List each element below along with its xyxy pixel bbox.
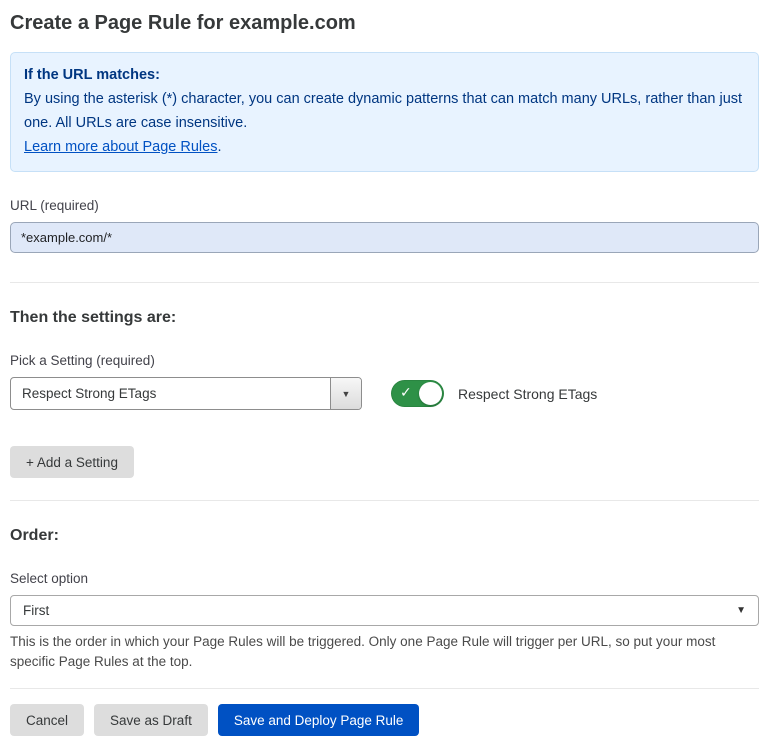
form-actions: Cancel Save as Draft Save and Deploy Pag… (10, 704, 759, 736)
pick-setting-label: Pick a Setting (required) (10, 353, 759, 368)
url-input[interactable] (10, 222, 759, 253)
order-select[interactable]: First ▼ (10, 595, 759, 626)
link-period: . (217, 139, 221, 155)
setting-select-value: Respect Strong ETags (11, 386, 156, 401)
page-rule-form: Create a Page Rule for example.com If th… (10, 12, 759, 736)
url-label: URL (required) (10, 198, 759, 213)
add-setting-button[interactable]: + Add a Setting (10, 446, 134, 478)
settings-heading: Then the settings are: (10, 309, 759, 327)
section-divider (10, 688, 759, 689)
setting-select-arrow-button[interactable]: ▼ (330, 378, 361, 409)
section-divider (10, 282, 759, 283)
url-match-info-box: If the URL matches: By using the asteris… (10, 52, 759, 172)
etags-toggle[interactable]: ✓ (391, 380, 444, 407)
triangle-down-icon: ▼ (342, 389, 351, 399)
cancel-button[interactable]: Cancel (10, 704, 84, 736)
learn-more-link[interactable]: Learn more about Page Rules (24, 139, 217, 155)
setting-row: Respect Strong ETags ▼ ✓ Respect Strong … (10, 377, 759, 410)
page-title: Create a Page Rule for example.com (10, 12, 759, 35)
save-deploy-button[interactable]: Save and Deploy Page Rule (218, 704, 420, 736)
info-box-body: By using the asterisk (*) character, you… (24, 87, 745, 135)
order-select-value: First (23, 603, 49, 618)
order-help-text: This is the order in which your Page Rul… (10, 632, 745, 672)
order-heading: Order: (10, 527, 759, 545)
setting-select[interactable]: Respect Strong ETags ▼ (10, 377, 362, 410)
order-label: Select option (10, 571, 759, 586)
section-divider (10, 500, 759, 501)
check-icon: ✓ (400, 384, 412, 401)
info-box-link-line: Learn more about Page Rules. (24, 135, 745, 159)
info-box-heading: If the URL matches: (24, 63, 745, 87)
save-draft-button[interactable]: Save as Draft (94, 704, 208, 736)
chevron-down-icon: ▼ (736, 605, 746, 616)
toggle-label: Respect Strong ETags (458, 386, 597, 402)
toggle-knob (419, 382, 442, 405)
